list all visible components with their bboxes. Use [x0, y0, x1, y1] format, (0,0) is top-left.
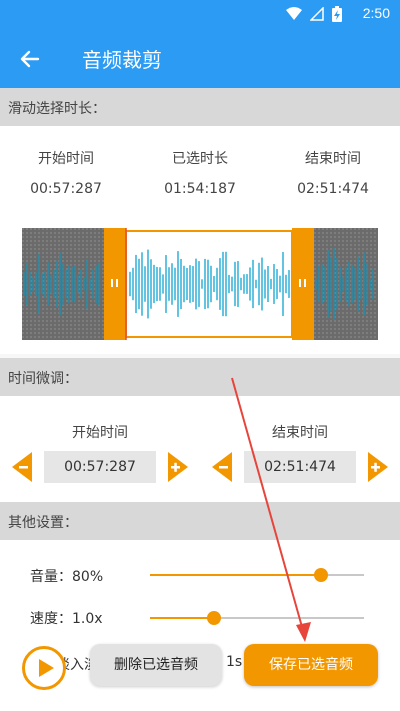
speed-label: 速度：1.0x [30, 611, 103, 627]
page-title: 音频裁剪 [82, 48, 162, 72]
play-icon [39, 659, 54, 677]
start-time-field[interactable]: 00:57:287 [44, 451, 156, 483]
play-button[interactable] [22, 646, 66, 690]
end-time-field[interactable]: 02:51:474 [244, 451, 356, 483]
fine-start-label: 开始时间 [72, 425, 128, 441]
selection-times-panel: 开始时间 已选时长 结束时间 00:57:287 01:54:187 02:51… [0, 126, 400, 226]
end-plus-button[interactable] [368, 452, 388, 482]
status-bar: 2:50 [0, 0, 400, 30]
delete-selected-audio-button[interactable]: 删除已选音频 [90, 644, 222, 686]
start-plus-button[interactable] [168, 452, 188, 482]
status-time: 2:50 [362, 5, 390, 21]
volume-label: 音量：80% [30, 569, 104, 585]
end-minus-button[interactable] [212, 452, 232, 482]
signal-icon [310, 7, 324, 21]
save-selected-audio-button[interactable]: 保存已选音频 [244, 644, 378, 686]
duration-label: 已选时长 [172, 151, 228, 167]
selection-section-header: 滑动选择时长： [0, 88, 400, 126]
fine-tune-panel: 开始时间 结束时间 00:57:287 02:51:474 [0, 396, 400, 502]
start-time-label: 开始时间 [38, 151, 94, 167]
arrow-left-icon[interactable] [18, 47, 42, 71]
start-time-value: 00:57:287 [30, 181, 102, 197]
wifi-icon [286, 7, 302, 20]
fine-tune-section-header: 时间微调： [0, 358, 400, 396]
end-time-value: 02:51:474 [297, 181, 369, 197]
other-settings-section-header: 其他设置： [0, 502, 400, 540]
battery-charging-icon [332, 6, 342, 22]
start-minus-button[interactable] [12, 452, 32, 482]
duration-value: 01:54:187 [164, 181, 236, 197]
app-bar: 音频裁剪 [0, 30, 400, 88]
end-time-label: 结束时间 [305, 151, 361, 167]
fine-tune-header-text: 时间微调： [8, 371, 78, 387]
selection-header-text: 滑动选择时长： [8, 101, 106, 117]
status-icons [286, 6, 342, 22]
fade-value: 1s [226, 654, 243, 670]
left-handle[interactable] [104, 228, 126, 340]
right-handle[interactable] [292, 228, 314, 340]
other-settings-header-text: 其他设置： [8, 515, 78, 531]
waveform-editor[interactable] [22, 228, 378, 340]
fine-end-label: 结束时间 [272, 425, 328, 441]
